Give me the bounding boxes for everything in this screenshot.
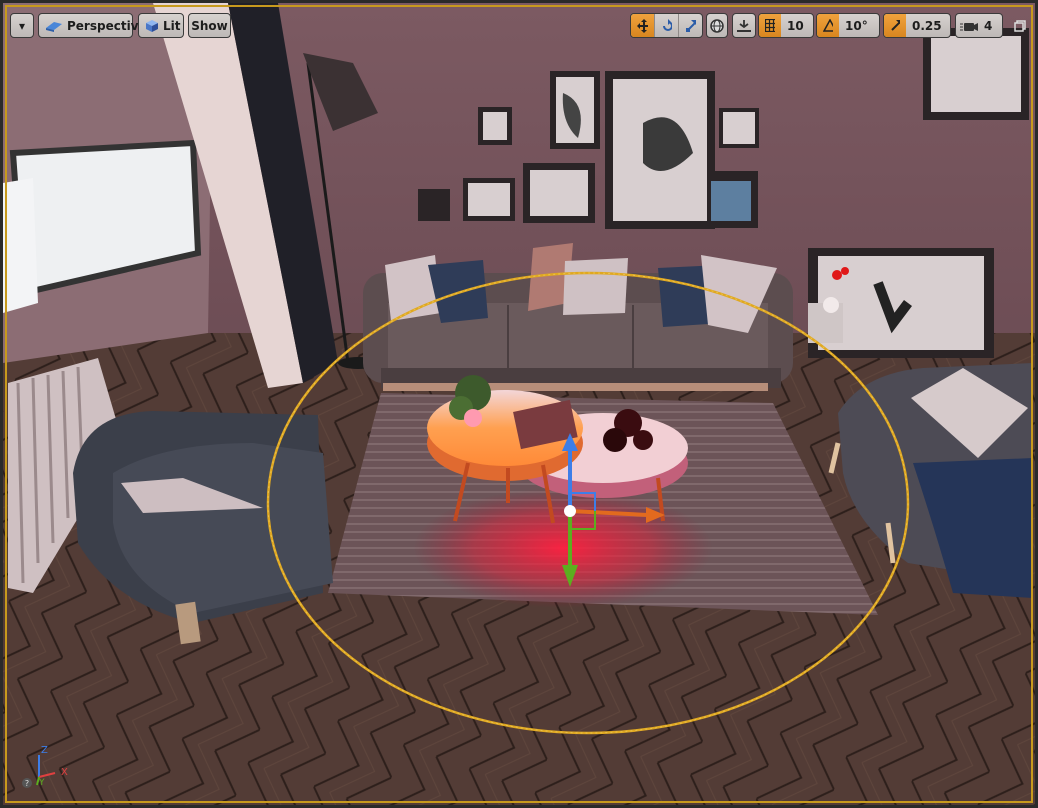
camera-icon <box>46 21 62 32</box>
scale-snap-icon <box>891 20 900 31</box>
svg-text:?: ? <box>25 779 29 788</box>
show-flags-button[interactable]: Show <box>188 13 231 38</box>
transform-mode-group <box>630 13 703 38</box>
rotate-mode-button[interactable] <box>654 14 678 37</box>
move-arrows-icon <box>637 18 648 33</box>
rotation-snap-group: 10° <box>816 13 880 38</box>
scale-icon <box>686 19 696 32</box>
camera-speed-value: 4 <box>984 18 993 33</box>
globe-icon <box>710 18 724 33</box>
perspective-button[interactable]: Perspective <box>38 13 147 38</box>
grid-snap-value[interactable]: 10 <box>781 19 810 33</box>
level-viewport[interactable]: ▾ Perspective Lit Show 10 10° 0.25 4 ? Z… <box>0 0 1038 808</box>
grid-icon <box>765 19 775 32</box>
show-label: Show <box>191 18 228 33</box>
restore-window-icon <box>1014 19 1026 32</box>
angle-icon <box>823 19 833 32</box>
scale-snap-group: 0.25 <box>883 13 951 38</box>
grid-snap-group: 10 <box>758 13 814 38</box>
camera-speed-icon <box>960 22 978 31</box>
rotation-snap-value[interactable]: 10° <box>839 19 874 33</box>
world-local-toggle[interactable] <box>706 13 728 38</box>
axis-indicator: ? Z X Y <box>21 745 81 791</box>
axis-z-label: Z <box>41 745 48 756</box>
chevron-down-icon: ▾ <box>18 18 26 33</box>
grid-snap-toggle[interactable] <box>759 14 781 37</box>
axis-y-label: Y <box>39 778 45 788</box>
rotate-icon <box>663 18 672 31</box>
perspective-label: Perspective <box>67 18 147 33</box>
camera-speed-button[interactable]: 4 <box>955 13 1003 38</box>
surface-snapping-button[interactable] <box>732 13 756 38</box>
lit-label: Lit <box>163 18 181 33</box>
rotation-snap-toggle[interactable] <box>817 14 839 37</box>
lit-view-mode-button[interactable]: Lit <box>138 13 184 38</box>
axis-x-label: X <box>61 767 68 778</box>
viewport-options-button[interactable]: ▾ <box>10 13 34 38</box>
scale-snap-value[interactable]: 0.25 <box>906 19 948 33</box>
translate-mode-button[interactable] <box>631 14 654 37</box>
lit-cube-icon <box>146 19 158 32</box>
gizmo-pivot <box>564 505 576 517</box>
scale-mode-button[interactable] <box>678 14 702 37</box>
maximize-viewport-button[interactable] <box>1009 13 1031 38</box>
scene-render[interactable] <box>3 3 1038 808</box>
surface-snap-icon <box>737 19 751 32</box>
scale-snap-toggle[interactable] <box>884 14 906 37</box>
